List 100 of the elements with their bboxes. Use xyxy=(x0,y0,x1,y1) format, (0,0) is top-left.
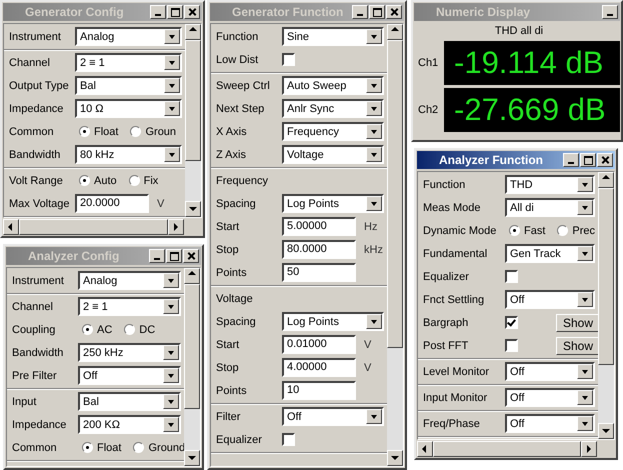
dropdown[interactable]: Off xyxy=(505,362,595,381)
dropdown[interactable]: 80 kHz xyxy=(75,145,182,164)
dropdown[interactable]: THD xyxy=(505,175,595,194)
close-button[interactable] xyxy=(184,5,200,19)
vertical-scrollbar[interactable] xyxy=(185,24,201,217)
scroll-right-button[interactable] xyxy=(581,441,597,457)
horizontal-scrollbar[interactable] xyxy=(417,441,597,457)
checkbox[interactable] xyxy=(282,433,295,446)
dropdown[interactable]: Off xyxy=(282,407,384,426)
dropdown[interactable]: Voltage xyxy=(282,145,384,164)
dropdown[interactable]: Sine xyxy=(282,27,384,46)
dropdown[interactable]: Off xyxy=(78,366,181,385)
input-field[interactable]: 80.0000 xyxy=(282,240,356,259)
close-button[interactable] xyxy=(386,5,402,19)
input-field[interactable]: 50 xyxy=(282,263,356,282)
dropdown[interactable]: Bal xyxy=(75,76,182,95)
dropdown-arrow-button[interactable] xyxy=(164,29,180,44)
scroll-thumb[interactable] xyxy=(185,40,201,162)
dropdown-arrow-button[interactable] xyxy=(577,390,593,405)
scroll-up-button[interactable] xyxy=(184,268,200,284)
dropdown[interactable]: Auto Sweep xyxy=(282,76,384,95)
dropdown-arrow-button[interactable] xyxy=(163,417,179,432)
radio-button[interactable] xyxy=(82,442,93,453)
dropdown-arrow-button[interactable] xyxy=(163,273,179,288)
scroll-up-button[interactable] xyxy=(598,172,614,188)
scroll-thumb[interactable] xyxy=(184,284,200,409)
radio-button[interactable] xyxy=(557,225,568,236)
dropdown-arrow-button[interactable] xyxy=(164,78,180,93)
minimize-button[interactable] xyxy=(563,153,579,167)
scroll-up-button[interactable] xyxy=(387,24,403,40)
show-button[interactable]: Show xyxy=(556,314,600,332)
scroll-thumb[interactable] xyxy=(19,219,168,235)
dropdown-arrow-button[interactable] xyxy=(164,147,180,162)
radio-button[interactable] xyxy=(509,225,520,236)
dropdown[interactable]: Gen Track xyxy=(505,244,595,263)
scroll-thumb[interactable] xyxy=(433,441,581,457)
maximize-button[interactable] xyxy=(167,5,183,19)
input-field[interactable]: 5.00000 xyxy=(282,217,356,236)
dropdown[interactable]: Log Points xyxy=(282,194,384,213)
dropdown-arrow-button[interactable] xyxy=(366,101,382,116)
dropdown-arrow-button[interactable] xyxy=(164,55,180,70)
dropdown-arrow-button[interactable] xyxy=(163,345,179,360)
dropdown[interactable]: Log Points xyxy=(282,312,384,331)
scroll-down-button[interactable] xyxy=(387,450,403,466)
dropdown-arrow-button[interactable] xyxy=(366,147,382,162)
scroll-right-button[interactable] xyxy=(168,219,184,235)
dropdown-arrow-button[interactable] xyxy=(577,177,593,192)
minimize-button[interactable] xyxy=(602,5,618,19)
dropdown-arrow-button[interactable] xyxy=(366,124,382,139)
maximize-button[interactable] xyxy=(580,153,596,167)
dropdown[interactable]: Off xyxy=(505,414,595,433)
vertical-scrollbar[interactable] xyxy=(598,172,614,439)
dropdown[interactable]: 2 ≡ 1 xyxy=(78,297,181,316)
scroll-down-button[interactable] xyxy=(185,201,201,217)
scroll-up-button[interactable] xyxy=(185,24,201,40)
dropdown-arrow-button[interactable] xyxy=(163,394,179,409)
radio-button[interactable] xyxy=(128,175,140,186)
radio-button[interactable] xyxy=(130,126,142,137)
dropdown-arrow-button[interactable] xyxy=(366,409,382,424)
dropdown-arrow-button[interactable] xyxy=(577,246,593,261)
checkbox[interactable] xyxy=(282,53,295,66)
dropdown-arrow-button[interactable] xyxy=(577,364,593,379)
dropdown[interactable]: 2 ≡ 1 xyxy=(75,53,182,72)
dropdown-arrow-button[interactable] xyxy=(163,368,179,383)
dropdown[interactable]: Off xyxy=(505,290,595,309)
minimize-button[interactable] xyxy=(352,5,368,19)
dropdown[interactable]: Off xyxy=(505,388,595,407)
dropdown[interactable]: All di xyxy=(505,198,595,217)
dropdown-arrow-button[interactable] xyxy=(163,299,179,314)
input-field[interactable]: 0.01000 xyxy=(282,335,356,354)
show-button[interactable]: Show xyxy=(556,336,600,354)
vertical-scrollbar[interactable] xyxy=(184,268,200,466)
dropdown-arrow-button[interactable] xyxy=(577,292,593,307)
input-field[interactable]: 20.0000 xyxy=(75,194,149,213)
dropdown-arrow-button[interactable] xyxy=(577,200,593,215)
radio-button[interactable] xyxy=(79,175,90,186)
checkbox[interactable] xyxy=(505,339,518,352)
radio-button[interactable] xyxy=(82,324,93,335)
dropdown-arrow-button[interactable] xyxy=(366,29,382,44)
dropdown[interactable]: Bal xyxy=(78,392,181,411)
scroll-down-button[interactable] xyxy=(184,450,200,466)
minimize-button[interactable] xyxy=(150,5,166,19)
scroll-thumb[interactable] xyxy=(387,40,403,348)
close-button[interactable] xyxy=(597,153,613,167)
radio-button[interactable] xyxy=(124,324,136,335)
dropdown[interactable]: Frequency xyxy=(282,122,384,141)
dropdown[interactable]: Anlr Sync xyxy=(282,99,384,118)
dropdown-arrow-button[interactable] xyxy=(577,416,593,431)
minimize-button[interactable] xyxy=(149,249,165,263)
scroll-down-button[interactable] xyxy=(598,423,614,439)
dropdown-arrow-button[interactable] xyxy=(366,196,382,211)
scroll-thumb[interactable] xyxy=(598,188,614,365)
dropdown[interactable]: Analog xyxy=(78,271,181,290)
dropdown[interactable]: 250 kHz xyxy=(78,343,181,362)
close-button[interactable] xyxy=(183,249,199,263)
dropdown-arrow-button[interactable] xyxy=(164,101,180,116)
input-field[interactable]: 10 xyxy=(282,381,356,400)
radio-button[interactable] xyxy=(133,442,144,453)
input-field[interactable]: 4.00000 xyxy=(282,358,356,377)
maximize-button[interactable] xyxy=(369,5,385,19)
